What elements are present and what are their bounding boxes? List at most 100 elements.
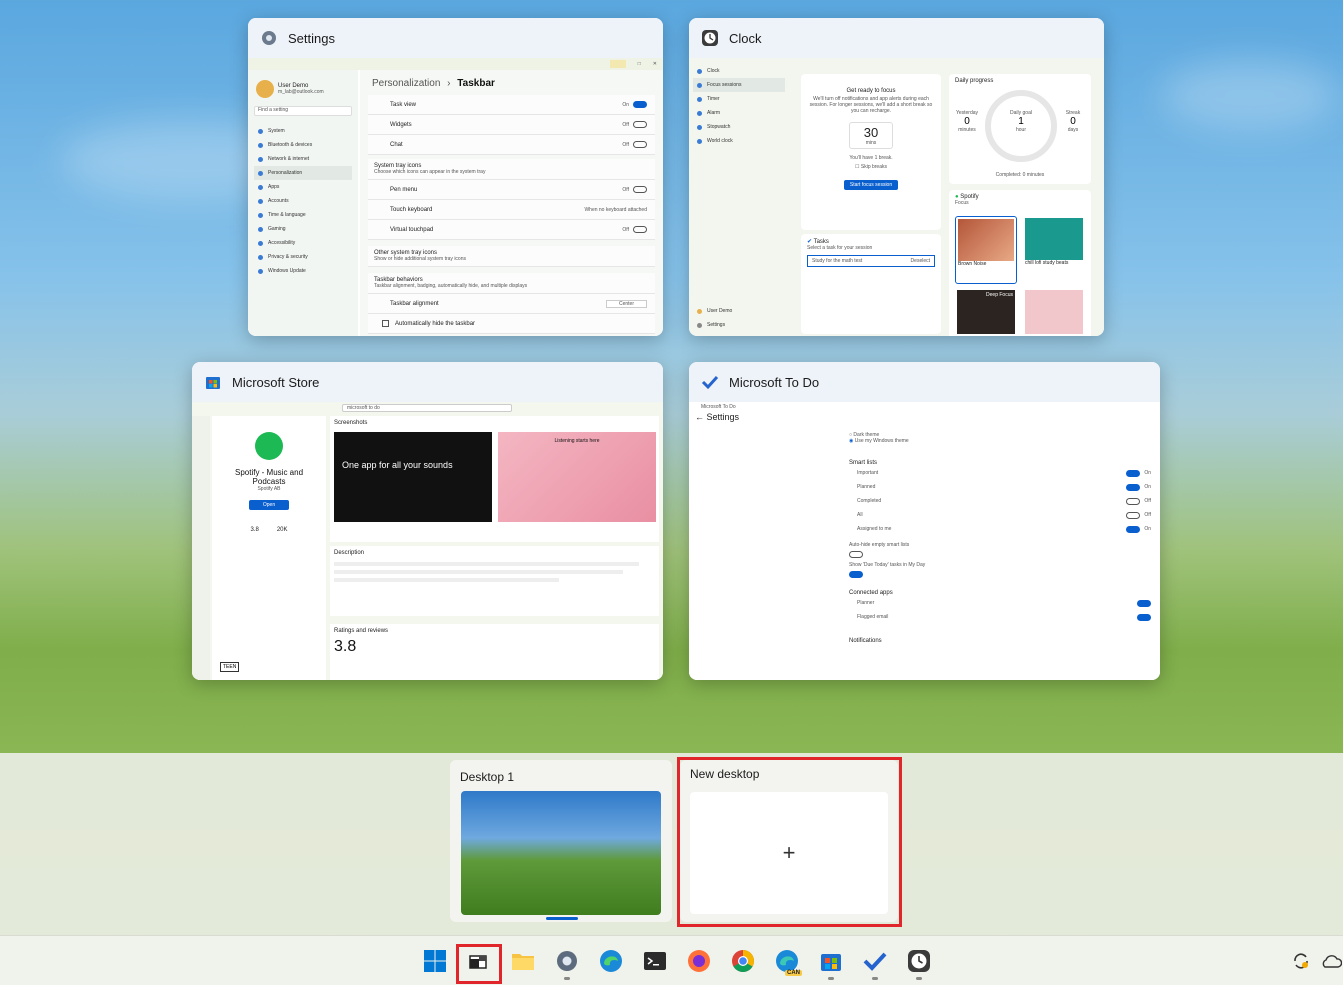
setting-control[interactable]: Off (622, 121, 647, 128)
smart-list-row[interactable]: All Off (849, 508, 1159, 522)
setting-control[interactable]: Off (622, 226, 647, 233)
autohide-checkbox[interactable] (382, 320, 389, 327)
setting-control[interactable]: Off (622, 141, 647, 148)
store-search-input[interactable]: microsoft to do (342, 404, 512, 412)
other-tray-section[interactable]: Other system tray icons Show or hide add… (368, 246, 655, 267)
smart-list-control[interactable]: Off (1126, 511, 1151, 519)
smart-list-control[interactable]: On (1126, 469, 1151, 477)
smart-list-row[interactable]: Important On (849, 466, 1159, 480)
toggle-switch[interactable] (1126, 483, 1141, 491)
clock-user[interactable]: User Demo (693, 304, 732, 318)
setting-row[interactable]: Touch keyboard When no keyboard attached (368, 200, 655, 220)
toggle-switch[interactable] (633, 186, 647, 193)
terminal-icon[interactable] (642, 948, 668, 974)
windows-start-icon[interactable] (422, 948, 448, 974)
toggle-switch[interactable] (633, 226, 647, 233)
sidebar-item[interactable]: Apps (254, 180, 352, 194)
clock-nav-item[interactable]: Focus sessions (693, 78, 785, 92)
maximize-button[interactable]: □ (638, 61, 641, 67)
setting-control[interactable]: When no keyboard attached (584, 207, 647, 213)
setting-control[interactable]: Off (622, 186, 647, 193)
smart-list-row[interactable]: Completed Off (849, 494, 1159, 508)
setting-row[interactable]: Task view On (368, 95, 655, 115)
sidebar-item[interactable]: Time & language (254, 208, 352, 222)
file-explorer-icon[interactable] (510, 948, 536, 974)
setting-row[interactable]: Pen menu Off (368, 180, 655, 200)
task-item[interactable]: Study for the math test Deselect (807, 255, 935, 267)
setting-row[interactable]: Widgets Off (368, 115, 655, 135)
search-input[interactable]: Find a setting (254, 106, 352, 116)
planner-row[interactable]: Planner (849, 596, 1159, 610)
clock-nav-item[interactable]: Timer (693, 92, 785, 106)
edge-canary-icon[interactable]: CAN (774, 948, 802, 976)
clock-settings[interactable]: Settings (693, 318, 725, 332)
sidebar-item[interactable]: Gaming (254, 222, 352, 236)
open-button[interactable]: Open (248, 500, 290, 510)
clock-nav-item[interactable]: World clock (693, 134, 785, 148)
clock-icon[interactable] (906, 948, 932, 974)
window-microsoft-store[interactable]: Microsoft Store microsoft to do Spotify … (192, 362, 663, 680)
clock-nav-item[interactable]: Alarm (693, 106, 785, 120)
alignment-dropdown[interactable]: Center (605, 299, 647, 308)
store-icon[interactable] (818, 948, 844, 974)
behaviors-section[interactable]: Taskbar behaviors Taskbar alignment, bad… (368, 273, 655, 294)
smart-list-control[interactable]: On (1126, 483, 1151, 491)
onedrive-icon[interactable] (1318, 948, 1343, 974)
setting-row[interactable]: Virtual touchpad Off (368, 220, 655, 240)
sidebar-item[interactable]: Privacy & security (254, 250, 352, 264)
window-title-bar[interactable]: Microsoft Store (192, 362, 663, 402)
edge-icon[interactable] (598, 948, 624, 974)
playlist-tile[interactable]: chill lofi study beats (1023, 216, 1085, 284)
show-due-toggle[interactable] (849, 571, 863, 578)
autohide-row[interactable]: Automatically hide the taskbar (368, 314, 655, 334)
skip-breaks-checkbox[interactable]: ☐ Skip breaks (801, 164, 941, 170)
smart-list-control[interactable]: Off (1126, 497, 1151, 505)
window-title-bar[interactable]: Microsoft To Do (689, 362, 1160, 402)
desktop-1-thumbnail[interactable]: Desktop 1 (450, 760, 672, 922)
deselect-button[interactable]: Deselect (911, 258, 930, 264)
breadcrumb-parent[interactable]: Personalization (372, 78, 440, 89)
screenshot-1[interactable]: One app for all your sounds (334, 432, 492, 522)
window-settings[interactable]: Settings □ ✕ User Demo m_lab@outlook.com… (248, 18, 663, 336)
sync-icon[interactable] (1288, 948, 1314, 974)
sidebar-item[interactable]: Windows Update (254, 264, 352, 278)
auto-hide-toggle[interactable] (849, 551, 863, 558)
window-clock[interactable]: Clock Clock Focus sessions Timer Alarm Stopw… (689, 18, 1104, 336)
flagged-toggle[interactable] (1137, 613, 1151, 621)
toggle-switch[interactable] (633, 101, 647, 108)
window-title-bar[interactable]: Settings (248, 18, 663, 58)
sidebar-item[interactable]: Accessibility (254, 236, 352, 250)
sidebar-item[interactable]: System (254, 124, 352, 138)
smart-list-row[interactable]: Planned On (849, 480, 1159, 494)
window-todo[interactable]: Microsoft To Do Microsoft To Do ← Settin… (689, 362, 1160, 680)
alignment-row[interactable]: Taskbar alignment Center (368, 294, 655, 314)
settings-icon[interactable] (554, 948, 580, 974)
toggle-switch[interactable] (1126, 511, 1141, 519)
todo-icon[interactable] (862, 948, 888, 974)
minimize-button[interactable] (609, 60, 626, 68)
minutes-stepper[interactable]: 30 mins (849, 122, 893, 149)
setting-row[interactable]: Chat Off (368, 135, 655, 155)
clock-nav-item[interactable]: Stopwatch (693, 120, 785, 134)
tray-section-header[interactable]: System tray icons Choose which icons can… (368, 159, 655, 180)
sidebar-item[interactable]: Personalization (254, 166, 352, 180)
chrome-icon[interactable] (730, 948, 756, 974)
toggle-switch[interactable] (1126, 469, 1141, 477)
theme-option-windows[interactable]: ◉ Use my Windows theme (849, 438, 1159, 444)
clock-nav-item[interactable]: Clock (693, 64, 785, 78)
sidebar-item[interactable]: Bluetooth & devices (254, 138, 352, 152)
firefox-icon[interactable] (686, 948, 712, 974)
start-focus-button[interactable]: Start focus session (843, 180, 899, 190)
close-button[interactable]: ✕ (653, 61, 657, 67)
flagged-row[interactable]: Flagged email (849, 610, 1159, 624)
smart-list-row[interactable]: Assigned to me On (849, 522, 1159, 536)
planner-toggle[interactable] (1137, 599, 1151, 607)
playlist-tile[interactable]: Brown Noise (955, 216, 1017, 284)
sidebar-item[interactable]: Network & internet (254, 152, 352, 166)
setting-control[interactable]: On (622, 101, 647, 108)
screenshot-2[interactable]: Listening starts here (498, 432, 656, 522)
playlist-tile[interactable] (1025, 290, 1083, 334)
desktop-1-preview[interactable] (461, 791, 661, 915)
playlist-tile[interactable]: Deep Focus (957, 290, 1015, 334)
toggle-switch[interactable] (633, 141, 647, 148)
